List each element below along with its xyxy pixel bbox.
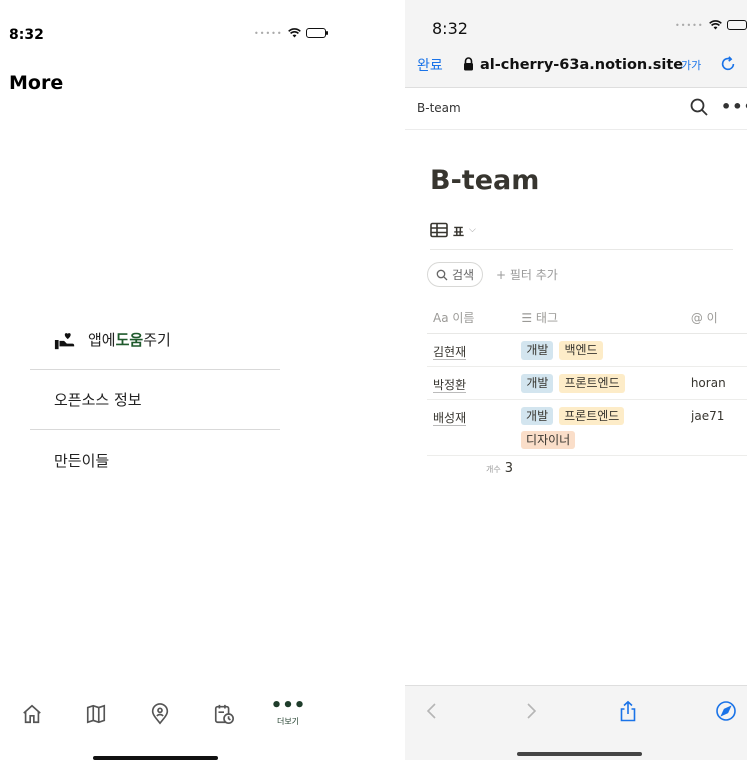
cell-email — [691, 334, 747, 366]
table-row[interactable]: 배성재 개발 프론트엔드 디자이너 jae71 — [427, 400, 747, 456]
row-name[interactable]: 김현재 — [433, 345, 467, 360]
wifi-icon — [708, 20, 722, 30]
cell-name: 김현재 — [427, 334, 516, 366]
signal-icon: ••••• — [254, 28, 283, 38]
search-icon[interactable] — [689, 97, 709, 117]
table-row[interactable]: 박정환 개발 프론트엔드 horan — [427, 367, 747, 400]
cell-tags: 개발 백엔드 — [516, 334, 690, 366]
help-prefix: 앱에 — [88, 331, 116, 349]
help-app-item[interactable]: 앱에 도움 주기 — [30, 310, 280, 370]
reload-icon[interactable] — [719, 55, 737, 73]
tab-bar: ••• 더보기 — [0, 692, 320, 736]
url-text[interactable]: al-cherry-63a.notion.site — [480, 57, 683, 73]
tab-more-label: 더보기 — [276, 717, 300, 726]
row-name[interactable]: 배성재 — [433, 411, 467, 426]
table-icon — [430, 222, 448, 238]
done-button[interactable]: 완료 — [417, 55, 443, 75]
more-dots-icon: ••• — [270, 695, 306, 716]
tag: 백엔드 — [559, 341, 603, 360]
safari-toolbar — [405, 685, 747, 760]
row-count: 개수 3 — [486, 461, 513, 476]
cell-name: 배성재 — [427, 400, 516, 455]
view-name: 표 — [453, 225, 465, 239]
status-time: 8:32 — [9, 27, 44, 43]
tag: 개발 — [521, 407, 554, 425]
notion-page-title: B-team — [430, 165, 540, 196]
share-icon[interactable] — [617, 700, 639, 722]
chevron-down-icon: ⌵ — [469, 225, 476, 235]
status-icons: ••••• — [254, 28, 328, 38]
battery-icon — [726, 20, 747, 30]
table-search-button[interactable]: 검색 — [427, 262, 484, 287]
row-name[interactable]: 박정환 — [433, 378, 467, 393]
status-time: 8:32 — [432, 19, 468, 38]
more-options-button[interactable]: ••• — [721, 97, 747, 116]
database-table: Aa 이름 ☰ 태그 @ 이 김현재 개발 백엔드 박정환 개발 프론트엔드 h… — [427, 302, 747, 456]
column-name[interactable]: Aa 이름 — [427, 309, 516, 326]
table-row[interactable]: 김현재 개발 백엔드 — [427, 334, 747, 367]
help-highlight: 도움 — [115, 331, 144, 349]
tag: 디자이너 — [521, 431, 576, 449]
home-indicator — [517, 752, 642, 756]
wifi-icon — [287, 28, 301, 38]
tab-home[interactable] — [0, 692, 64, 736]
heart-hand-icon — [54, 332, 75, 349]
breadcrumb[interactable]: B-team — [417, 101, 461, 115]
address-bar: 완료 al-cherry-63a.notion.site 가가 — [405, 52, 747, 78]
app-more-screen: 8:32 ••••• More 앱에 도움 주기 오픈소스 정보 만든이들 ••… — [0, 0, 328, 760]
calendar-clock-icon — [214, 704, 234, 724]
compass-icon[interactable] — [715, 700, 737, 722]
makers-item[interactable]: 만든이들 — [30, 430, 280, 490]
opensource-label: 오픈소스 정보 — [54, 391, 142, 409]
view-selector[interactable]: 표 ⌵ — [430, 222, 733, 250]
tab-schedule[interactable] — [192, 692, 256, 736]
count-label: 개수 — [486, 465, 501, 474]
safari-top-bar: 8:32 ••••• 완료 al-cherry-63a.notion.site … — [405, 0, 747, 88]
forward-icon[interactable] — [520, 700, 542, 722]
count-value: 3 — [504, 461, 514, 476]
search-icon — [436, 269, 448, 280]
column-tags[interactable]: ☰ 태그 — [516, 309, 690, 326]
notion-header: B-team ••• — [405, 88, 747, 130]
safari-notion-screen: 8:32 ••••• 완료 al-cherry-63a.notion.site … — [405, 0, 747, 760]
signal-icon: ••••• — [675, 20, 704, 30]
add-filter-button[interactable]: + 필터 추가 — [496, 266, 558, 283]
column-email[interactable]: @ 이 — [691, 309, 747, 326]
tab-more[interactable]: ••• 더보기 — [256, 692, 320, 736]
home-indicator — [93, 756, 218, 760]
map-icon — [86, 704, 106, 724]
lock-icon — [464, 57, 473, 71]
home-icon — [23, 704, 41, 724]
tag: 개발 — [521, 341, 554, 360]
tag: 프론트엔드 — [559, 374, 625, 393]
cell-email: horan — [690, 376, 726, 390]
status-icons: ••••• — [675, 20, 747, 30]
help-suffix: 주기 — [143, 331, 171, 349]
makers-label: 만든이들 — [54, 451, 110, 470]
tab-map[interactable] — [64, 692, 128, 736]
battery-icon — [305, 28, 328, 38]
page-title: More — [9, 72, 64, 94]
cell-email: jae71 — [691, 409, 725, 423]
text-size-button[interactable]: 가가 — [681, 57, 701, 73]
table-header: Aa 이름 ☰ 태그 @ 이 — [427, 302, 747, 334]
more-menu: 앱에 도움 주기 오픈소스 정보 만든이들 — [30, 310, 280, 490]
status-bar: 8:32 ••••• — [0, 0, 328, 43]
tag: 개발 — [521, 374, 554, 393]
tag: 프론트엔드 — [559, 407, 625, 425]
back-icon[interactable] — [421, 700, 443, 722]
cell-tags: 개발 프론트엔드 — [516, 367, 690, 399]
cell-tags: 개발 프론트엔드 디자이너 — [516, 400, 675, 455]
cell-name: 박정환 — [427, 367, 516, 399]
search-label: 검색 — [452, 268, 475, 282]
opensource-item[interactable]: 오픈소스 정보 — [30, 370, 280, 430]
location-pin-icon — [151, 703, 169, 725]
tab-location[interactable] — [128, 692, 192, 736]
